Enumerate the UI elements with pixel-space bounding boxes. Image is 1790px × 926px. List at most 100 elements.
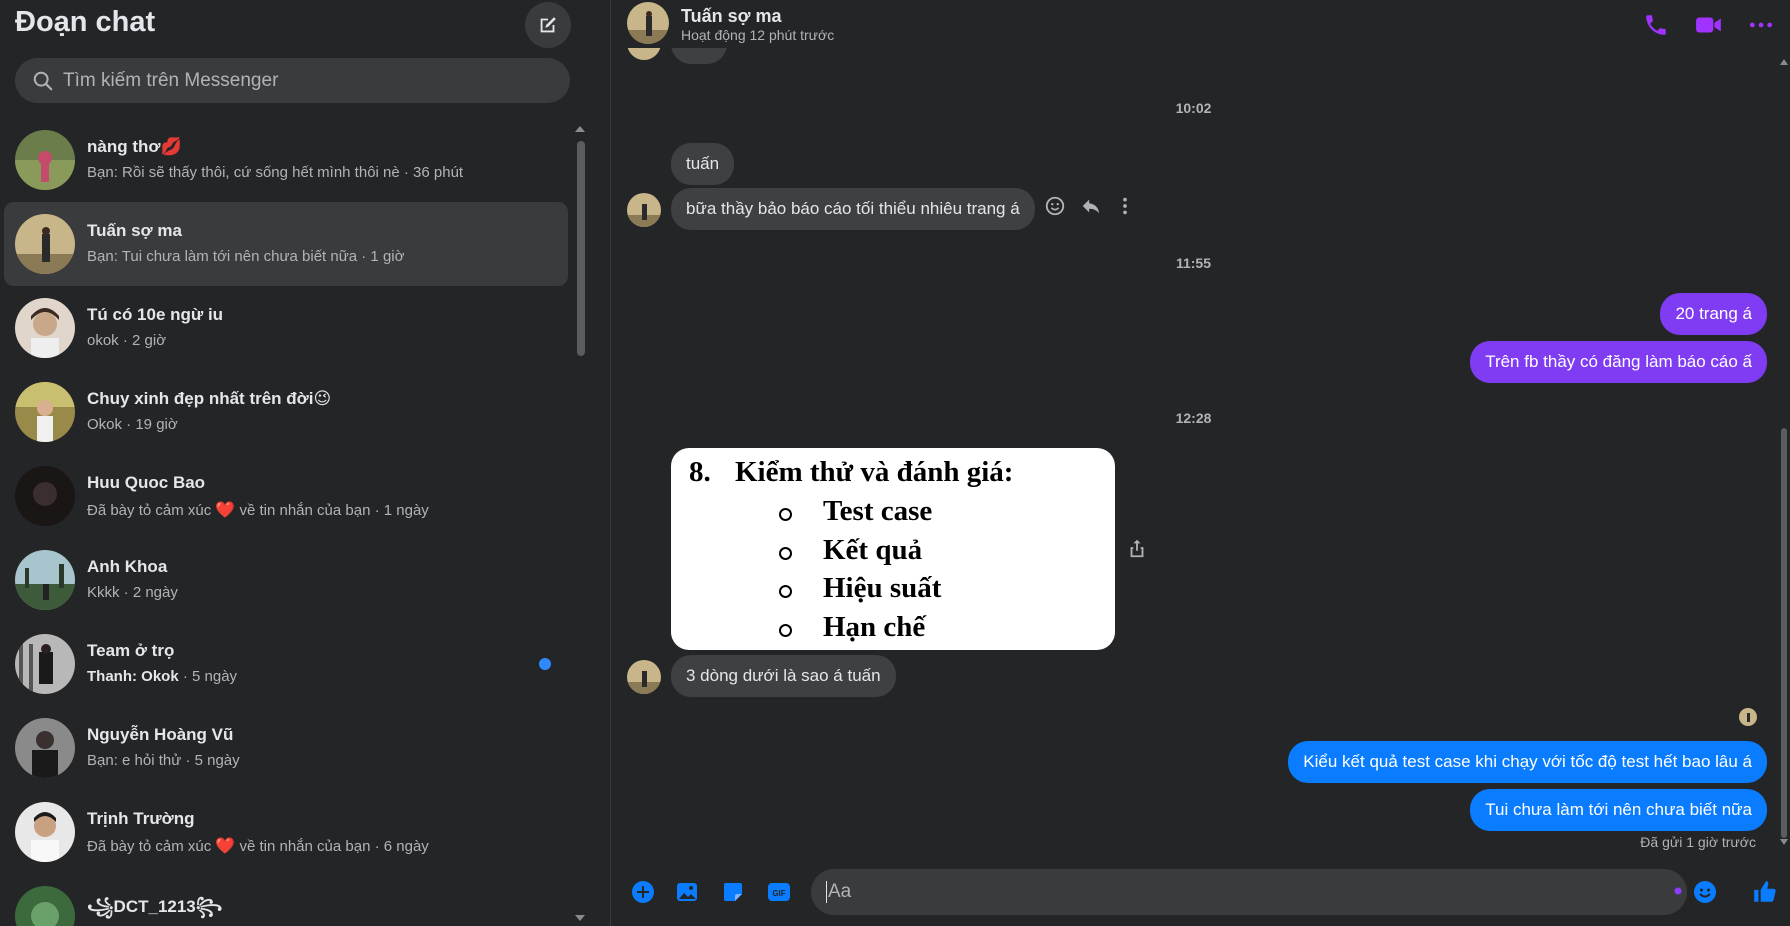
message-bubble-outgoing[interactable]: Tui chưa làm tới nên chưa biết nữa [1470,789,1767,831]
chat-header: Tuấn sợ ma Hoạt động 12 phút trước [611,0,1790,48]
conversation-name: Anh Khoa [87,557,168,576]
conversation-item[interactable]: Tú có 10e ngừ iu okok · 2 giờ [4,286,568,370]
search-icon [32,70,54,92]
avatar [15,130,75,190]
sticker-button[interactable] [719,878,747,906]
conversation-preview: Bạn: Tui chưa làm tới nên chưa biết nữa … [87,248,405,265]
image-attachment[interactable]: 8. Kiểm thử và đánh giá: Test case Kết q… [671,448,1115,650]
conversation-name: Trịnh Trường [87,809,195,828]
scrollbar-thumb[interactable] [577,141,585,356]
plus-circle-icon [632,881,654,903]
sender-avatar [627,660,661,694]
reply-button[interactable] [1077,192,1105,220]
conversation-name: Team ở trọ [87,641,175,660]
bullet-icon [779,624,792,637]
conversation-preview: Thanh: Okok · 5 ngày [87,668,238,685]
image-item: Hạn chế [823,611,926,643]
message-composer: GIF [611,862,1790,926]
thumbs-up-icon [1754,881,1776,902]
conversation-name: Tú có 10e ngừ iu [87,305,224,324]
avatar [15,382,75,442]
conversation-item[interactable]: ꧁DCT_1213꧂ [4,874,568,926]
emoji-icon [1694,881,1716,903]
message-bubble-outgoing[interactable]: 20 trang á [1660,293,1767,335]
conversation-preview: Đã bày tỏ cảm xúc ❤️ về tin nhắn của bạn… [87,502,429,519]
contact-name[interactable]: Tuấn sợ ma [681,6,782,27]
share-button[interactable] [1123,534,1151,562]
contact-status: Hoạt động 12 phút trước [681,27,835,43]
search-bar[interactable] [15,58,570,103]
gif-button[interactable]: GIF [765,878,793,906]
conversation-item-active[interactable]: Tuấn sợ ma Bạn: Tui chưa làm tới nên chư… [4,202,568,286]
emoji-button[interactable] [1691,878,1719,906]
contact-avatar[interactable] [627,2,669,44]
image-item: Test case [823,495,933,527]
scroll-down-arrow-icon[interactable] [1779,838,1789,846]
message-bubble-incoming[interactable]: bữa thầy bảo báo cáo tối thiểu nhiêu tra… [671,188,1035,230]
avatar [15,550,75,610]
conversation-name: Huu Quoc Bao [87,473,206,492]
message-bubble-outgoing[interactable]: Trên fb thầy có đăng làm báo cáo ấ [1470,341,1767,383]
scroll-up-arrow-icon[interactable] [1779,58,1789,66]
conversation-item[interactable]: nàng thơ💋 Bạn: Rồi sẽ thấy thôi, cứ sống… [4,118,568,202]
conversation-name: Chuy xinh đẹp nhất trên đời😉 [87,389,332,408]
avatar [15,214,75,274]
scrollbar-thumb[interactable] [1781,428,1787,838]
conversation-preview: Bạn: Rồi sẽ thấy thôi, cứ sống hết mình … [87,164,464,181]
sidebar-scrollbar[interactable] [574,118,586,926]
image-heading-text: Kiểm thử và đánh giá: [735,456,1014,488]
sticker-icon [724,883,742,901]
avatar [15,298,75,358]
timestamp: 12:28 [1175,410,1212,426]
chat-panel: Tuấn sợ ma Hoạt động 12 phút trước 10:02… [610,0,1790,926]
sidebar-title: Đoạn chat [15,6,156,38]
conversation-preview: okok · 2 giờ [87,332,167,349]
more-options-button[interactable] [1111,192,1139,220]
dot-indicator-icon [1674,887,1682,895]
phone-icon [1646,15,1666,35]
scroll-down-arrow-icon[interactable] [574,913,586,923]
sender-avatar [627,48,661,60]
react-button[interactable] [1041,192,1069,220]
conversation-item[interactable]: Trịnh Trường Đã bày tỏ cảm xúc ❤️ về tin… [4,790,568,874]
conversation-name: ꧁DCT_1213꧂ [87,897,223,916]
seen-indicator-avatar [1739,708,1757,726]
conversation-item[interactable]: Team ở trọ Thanh: Okok · 5 ngày [4,622,568,706]
search-input[interactable] [63,69,543,92]
scroll-up-arrow-icon[interactable] [574,124,586,134]
conversation-item[interactable]: Nguyễn Hoàng Vũ Bạn: e hỏi thử · 5 ngày [4,706,568,790]
chat-scrollbar[interactable] [1777,48,1790,858]
message-bubble-clipped[interactable] [671,48,727,64]
message-bubble-incoming[interactable]: 3 dòng dưới là sao á tuấn [671,655,896,697]
attach-photo-button[interactable] [673,878,701,906]
share-icon [1130,539,1144,558]
conversation-preview: Bạn: e hỏi thử · 5 ngày [87,752,240,769]
conversation-sidebar: Đoạn chat nàng thơ💋 Bạn: Rồi sẽ thấy thô… [0,0,594,926]
conversation-name: nàng thơ💋 [87,137,182,156]
video-call-button[interactable] [1694,10,1724,40]
new-message-button[interactable] [525,2,571,48]
sender-avatar [627,193,661,227]
message-input[interactable] [826,881,1626,903]
bullet-icon [779,547,792,560]
conversation-preview: Kkkk · 2 ngày [87,584,178,601]
conversation-item[interactable]: Huu Quoc Bao Đã bày tỏ cảm xúc ❤️ về tin… [4,454,568,538]
message-bubble-incoming[interactable]: tuấn [671,143,735,185]
conversation-item[interactable]: Anh Khoa Kkkk · 2 ngày [4,538,568,622]
gif-icon: GIF [768,883,790,901]
like-button[interactable] [1751,878,1779,906]
video-camera-icon [1696,17,1721,33]
image-icon [677,883,697,901]
conversation-info-button[interactable] [1746,10,1776,40]
image-heading-number: 8. [689,456,711,488]
avatar [15,466,75,526]
timestamp: 11:55 [1175,255,1212,271]
more-actions-button[interactable] [629,878,657,906]
vertical-dots-icon [1123,197,1127,215]
message-input-wrapper[interactable] [811,869,1716,915]
voice-call-button[interactable] [1641,10,1671,40]
conversation-item[interactable]: Chuy xinh đẹp nhất trên đời😉 Okok · 19 g… [4,370,568,454]
message-bubble-outgoing[interactable]: Kiểu kết quả test case khi chạy với tốc … [1288,741,1767,783]
avatar [15,634,75,694]
unread-indicator [539,658,551,670]
